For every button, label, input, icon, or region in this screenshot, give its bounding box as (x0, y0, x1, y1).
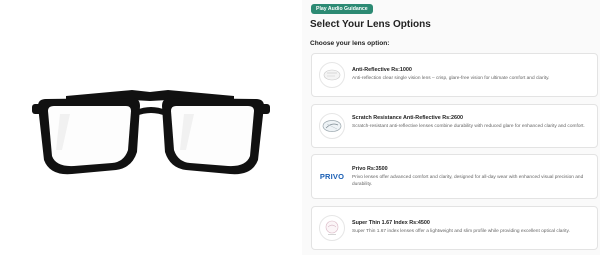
lens-option-super-thin[interactable]: Super Thin 1.67 Index Rs:4500 Super Thin… (311, 206, 598, 250)
privo-logo: PRIVO (319, 163, 345, 190)
lens-options-panel: Play Audio Guidance Select Your Lens Opt… (302, 0, 600, 255)
page-title: Select Your Lens Options (310, 19, 431, 30)
anti-reflective-lens-icon (319, 62, 345, 88)
lens-option-title: Super Thin 1.67 Index Rs:4500 (352, 220, 430, 226)
play-audio-guidance-button[interactable]: Play Audio Guidance (311, 4, 373, 14)
lens-option-description: Super Thin 1.67 index lenses offer a lig… (352, 229, 570, 234)
lens-option-scratch-resistance[interactable]: Scratch Resistance Anti-Reflective Rs:26… (311, 104, 598, 148)
lens-option-description: Privo lenses offer advanced comfort and … (352, 175, 584, 187)
eyeglasses-image (32, 90, 270, 175)
lens-options-subtitle: Choose your lens option: (310, 40, 390, 47)
product-image-pane (0, 0, 302, 255)
lens-option-title: Anti-Reflective Rs:1000 (352, 67, 412, 73)
lens-option-title: Privo Rs:3500 (352, 166, 388, 172)
lens-option-anti-reflective[interactable]: Anti-Reflective Rs:1000 Anti-reflection … (311, 53, 598, 97)
scratch-resistant-lens-icon (319, 113, 345, 139)
lens-option-description: Scratch-resistant anti-reflective lenses… (352, 124, 585, 129)
lens-option-description: Anti-reflection clear single vision lens… (352, 76, 550, 81)
privo-logo-text: PRIVO (319, 172, 345, 181)
super-thin-lens-icon (319, 215, 345, 241)
lens-option-privo[interactable]: PRIVO Privo Rs:3500 Privo lenses offer a… (311, 154, 598, 199)
lens-option-title: Scratch Resistance Anti-Reflective Rs:26… (352, 115, 463, 121)
